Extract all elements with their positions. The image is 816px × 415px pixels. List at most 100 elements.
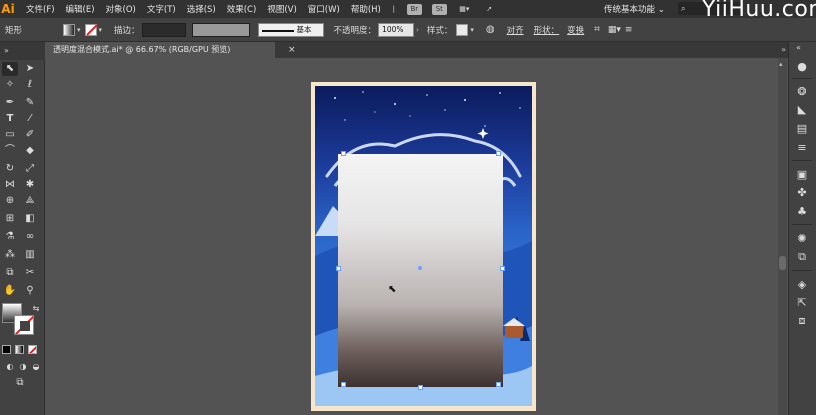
- lasso-tool-icon[interactable]: ℓ: [22, 78, 38, 92]
- pen-tool-icon[interactable]: ✒: [2, 96, 18, 110]
- scale-tool-icon[interactable]: ⤢: [22, 162, 38, 176]
- stroke-weight-field[interactable]: [141, 22, 186, 37]
- shape-type-label: 矩形: [5, 25, 23, 36]
- perspective-grid-tool-icon[interactable]: ⟁: [22, 194, 38, 208]
- stock-button[interactable]: St: [431, 3, 447, 15]
- paintbrush-tool-icon[interactable]: ✐: [22, 128, 38, 142]
- draw-behind-icon[interactable]: ◒: [28, 360, 44, 374]
- brushes-icon[interactable]: ✤: [795, 186, 809, 200]
- none-mode-button[interactable]: [28, 345, 37, 354]
- gradient-tool-icon[interactable]: ◧: [22, 212, 38, 226]
- blend-tool-icon[interactable]: ∞: [22, 230, 38, 244]
- type-tool-icon[interactable]: T: [2, 112, 18, 126]
- image-trace-icon[interactable]: ▣: [795, 168, 809, 182]
- toolbar-collapse-button[interactable]: »: [0, 42, 45, 60]
- arrange-documents-icon[interactable]: ▦▾: [457, 4, 472, 15]
- panel-menu-icon[interactable]: ≡: [625, 25, 633, 35]
- menu-file[interactable]: 文件(F): [26, 3, 55, 15]
- search-icon: ⌕: [681, 4, 686, 13]
- selection-handle-mid-left[interactable]: [336, 266, 341, 271]
- opacity-stepper-icon[interactable]: ›: [416, 26, 419, 34]
- artboard-tool-icon[interactable]: ⧉: [2, 266, 18, 280]
- hand-tool-icon[interactable]: ✋: [2, 284, 18, 298]
- curvature-tool-icon[interactable]: ✎: [22, 96, 38, 110]
- variable-width-field[interactable]: [191, 22, 250, 37]
- opacity-input[interactable]: 100%: [378, 22, 415, 37]
- width-tool-icon[interactable]: ⋈: [2, 178, 18, 192]
- menu-effect[interactable]: 效果(C): [227, 3, 257, 15]
- tab-document[interactable]: 透明度混合模式.ai* @ 66.67% (RGB/GPU 预览): [45, 42, 275, 58]
- stroke-swatch[interactable]: [84, 23, 98, 36]
- color-mode-button[interactable]: [2, 345, 11, 354]
- recolor-artwork-icon[interactable]: ◍: [486, 24, 495, 35]
- slice-tool-icon[interactable]: ✂: [22, 266, 38, 280]
- fill-swatch[interactable]: [63, 23, 75, 36]
- opacity-label: 不透明度：: [333, 25, 377, 36]
- selection-handle-bottom-mid[interactable]: [418, 385, 423, 390]
- symbols-icon[interactable]: ♣: [795, 205, 809, 219]
- color-guide-icon[interactable]: ❂: [795, 85, 809, 99]
- close-icon[interactable]: ×: [288, 45, 296, 55]
- tab-document-label: 透明度混合模式.ai* @ 66.67% (RGB/GPU 预览): [53, 45, 231, 54]
- selection-tool-icon[interactable]: ⬉: [2, 62, 18, 76]
- color-panel-icon[interactable]: ●: [795, 60, 809, 74]
- shape-builder-tool-icon[interactable]: ⊕: [2, 194, 18, 208]
- selection-handle-mid-right[interactable]: [500, 266, 505, 271]
- direct-selection-tool-icon[interactable]: ➤: [22, 62, 38, 76]
- stroke-profile-select[interactable]: 基本: [257, 22, 324, 37]
- stroke-color-box[interactable]: [14, 315, 34, 335]
- symbol-sprayer-tool-icon[interactable]: ⁂: [2, 248, 18, 262]
- swatches-icon[interactable]: ◣: [795, 103, 809, 117]
- eraser-tool-icon[interactable]: ◆: [22, 144, 38, 158]
- stroke-dropdown-icon[interactable]: ▾: [99, 26, 103, 34]
- rectangle-tool-icon[interactable]: ▭: [2, 128, 18, 142]
- gpu-performance-icon[interactable]: ➚: [482, 4, 497, 15]
- menu-window[interactable]: 窗口(W): [308, 3, 340, 15]
- menu-edit[interactable]: 编辑(E): [66, 3, 95, 15]
- vertical-scrollbar[interactable]: [778, 58, 787, 415]
- export-icon[interactable]: ⇱: [795, 296, 809, 310]
- mesh-tool-icon[interactable]: ⊞: [2, 212, 18, 226]
- zoom-tool-icon[interactable]: ⚲: [22, 284, 38, 298]
- shape-link[interactable]: 形状：: [534, 24, 560, 36]
- menu-type[interactable]: 文字(T): [147, 3, 176, 15]
- rotate-tool-icon[interactable]: ↻: [2, 162, 18, 176]
- puppet-warp-tool-icon[interactable]: ✱: [22, 178, 38, 192]
- isolate-icon[interactable]: ⌗: [594, 24, 600, 35]
- gradient-panel-icon[interactable]: ▤: [795, 122, 809, 136]
- selection-handle-top-right[interactable]: [496, 151, 501, 156]
- gradient-rectangle[interactable]: [338, 154, 503, 387]
- stroke-panel-icon[interactable]: ≡: [795, 141, 809, 155]
- line-tool-icon[interactable]: ⁄: [22, 112, 38, 126]
- swap-fill-stroke-icon[interactable]: ⇆: [28, 302, 44, 316]
- layers-icon[interactable]: ◈: [795, 278, 809, 292]
- style-dropdown-icon[interactable]: ▾: [470, 26, 474, 34]
- graphic-style-swatch[interactable]: [456, 23, 469, 36]
- tab-overflow-icon[interactable]: »: [781, 45, 786, 54]
- menu-select[interactable]: 选择(S): [187, 3, 216, 15]
- gradient-mode-button[interactable]: [15, 345, 24, 354]
- screen-mode-icon[interactable]: ⧉: [12, 376, 28, 390]
- eyedropper-tool-icon[interactable]: ⚗: [2, 230, 18, 244]
- scroll-up-icon[interactable]: ▴: [779, 60, 783, 68]
- shaper-tool-icon[interactable]: ⌒: [2, 144, 18, 158]
- menu-help[interactable]: 帮助(H): [351, 3, 381, 15]
- dock-collapse-icon[interactable]: «: [796, 43, 801, 52]
- transform-link[interactable]: 变换: [567, 24, 584, 36]
- magic-wand-tool-icon[interactable]: ✧: [2, 78, 18, 92]
- selection-handle-bottom-right[interactable]: [496, 382, 501, 387]
- artboards-icon[interactable]: ⧈: [795, 314, 809, 328]
- menu-view[interactable]: 视图(V): [267, 3, 296, 15]
- arrange-icon[interactable]: ▦▾: [608, 25, 621, 35]
- column-graph-tool-icon[interactable]: ▥: [22, 248, 38, 262]
- menu-object[interactable]: 对象(O): [106, 3, 136, 15]
- fill-dropdown-icon[interactable]: ▾: [77, 26, 81, 34]
- graphic-styles-icon[interactable]: ⧉: [795, 250, 809, 264]
- selection-handle-bottom-left[interactable]: [341, 382, 346, 387]
- selection-handle-top-left[interactable]: [341, 151, 346, 156]
- workspace-switcher[interactable]: 传统基本功能 ⌄: [604, 3, 665, 15]
- appearance-icon[interactable]: ✺: [795, 232, 809, 246]
- scrollbar-thumb[interactable]: [779, 256, 786, 270]
- bridge-button[interactable]: Br: [406, 3, 422, 15]
- align-link[interactable]: 对齐: [507, 24, 524, 36]
